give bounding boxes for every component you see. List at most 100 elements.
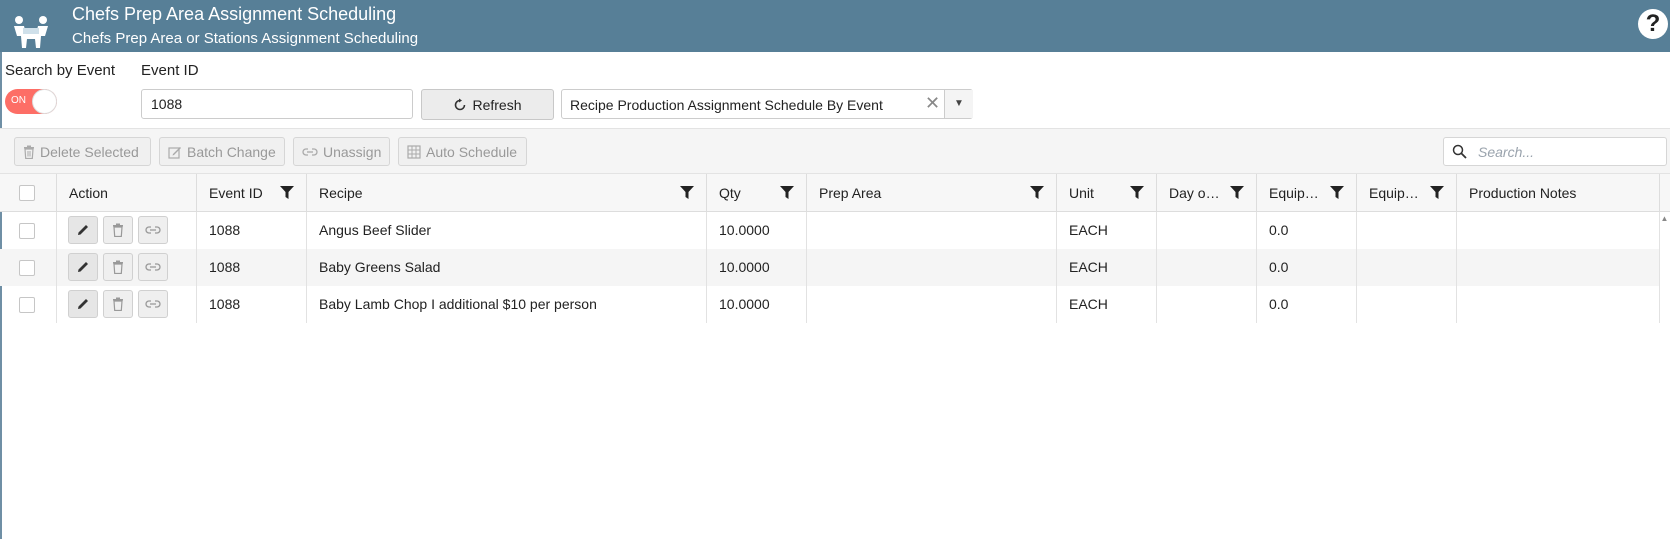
cell-prep-area[interactable]: [807, 212, 1057, 249]
header-day-label: Day o…: [1169, 185, 1220, 201]
recipe-value: Baby Greens Salad: [319, 259, 441, 275]
header-recipe[interactable]: Recipe: [307, 174, 707, 212]
clear-icon[interactable]: ✕: [925, 93, 940, 114]
delete-button[interactable]: [103, 216, 133, 244]
header-qty-label: Qty: [719, 185, 741, 201]
auto-schedule-button[interactable]: Auto Schedule: [398, 137, 527, 166]
edit-button[interactable]: [68, 216, 98, 244]
filter-icon[interactable]: [1030, 186, 1044, 199]
row-checkbox[interactable]: [19, 297, 35, 313]
table-row[interactable]: 1088 Angus Beef Slider 10.0000 EACH 0.0: [0, 212, 1660, 249]
filter-icon[interactable]: [1330, 186, 1344, 199]
pencil-icon: [78, 262, 88, 272]
search-by-event-label: Search by Event: [5, 62, 116, 79]
grid-header-row: Action Event ID Recipe Qty Prep Area Uni…: [0, 174, 1670, 212]
cell-qty: 10.0000: [707, 286, 807, 323]
header-event-id-label: Event ID: [209, 185, 263, 201]
row-checkbox[interactable]: [19, 260, 35, 276]
cell-prep-area[interactable]: [807, 286, 1057, 323]
header-select-all: [0, 174, 57, 212]
unassign-row-button[interactable]: [138, 290, 168, 318]
header-production-notes[interactable]: Production Notes: [1457, 174, 1660, 212]
trash-icon: [113, 223, 123, 237]
report-type-value: Recipe Production Assignment Schedule By…: [570, 97, 883, 113]
filter-icon[interactable]: [680, 186, 694, 199]
header-event-id[interactable]: Event ID: [197, 174, 307, 212]
unit-value: EACH: [1069, 296, 1108, 312]
scroll-up-arrow[interactable]: ▲: [1659, 214, 1670, 225]
event-id-value: 1088: [209, 222, 241, 238]
delete-selected-button[interactable]: Delete Selected: [14, 137, 151, 166]
unlink-icon: [302, 147, 318, 156]
delete-selected-label: Delete Selected: [40, 143, 139, 160]
unassign-row-button[interactable]: [138, 253, 168, 281]
equip-1-value: 0.0: [1269, 296, 1289, 312]
table-row[interactable]: 1088 Baby Greens Salad 10.0000 EACH 0.0: [0, 249, 1660, 286]
cell-equip-1: 0.0: [1257, 212, 1357, 249]
event-id-input[interactable]: 1088: [141, 89, 413, 119]
qty-value: 10.0000: [719, 259, 770, 275]
cell-qty: 10.0000: [707, 249, 807, 286]
cell-equip-1: 0.0: [1257, 286, 1357, 323]
page-title: Chefs Prep Area Assignment Scheduling: [72, 4, 397, 24]
cell-event-id: 1088: [197, 286, 307, 323]
header-action: Action: [57, 174, 197, 212]
chevron-down-icon[interactable]: ▼: [944, 90, 973, 118]
search-input[interactable]: [1476, 141, 1661, 163]
header-prep-area[interactable]: Prep Area: [807, 174, 1057, 212]
header-action-label: Action: [69, 185, 108, 201]
event-id-value: 1088: [209, 296, 241, 312]
unit-value: EACH: [1069, 259, 1108, 275]
question-circle-icon[interactable]: ?: [1638, 9, 1668, 39]
filter-icon[interactable]: [1130, 186, 1144, 199]
assignment-grid: Action Event ID Recipe Qty Prep Area Uni…: [0, 174, 1670, 539]
unassign-label: Unassign: [323, 143, 382, 160]
header-day[interactable]: Day o…: [1157, 174, 1257, 212]
cell-day: [1157, 286, 1257, 323]
unlink-icon: [145, 263, 161, 271]
equip-1-value: 0.0: [1269, 222, 1289, 238]
qty-value: 10.0000: [719, 296, 770, 312]
filter-icon[interactable]: [1230, 186, 1244, 199]
header-unit[interactable]: Unit: [1057, 174, 1157, 212]
row-actions: [57, 249, 197, 286]
header-recipe-label: Recipe: [319, 185, 363, 201]
cell-event-id: 1088: [197, 249, 307, 286]
row-select-cell: [0, 286, 57, 323]
header-equip-1[interactable]: Equip…: [1257, 174, 1357, 212]
delete-button[interactable]: [103, 253, 133, 281]
select-all-checkbox[interactable]: [19, 185, 35, 201]
event-id-label: Event ID: [141, 62, 199, 79]
search-by-event-toggle[interactable]: ON: [5, 89, 57, 114]
edit-button[interactable]: [68, 253, 98, 281]
grid-search[interactable]: [1443, 137, 1667, 166]
filter-icon[interactable]: [780, 186, 794, 199]
search-icon: [1452, 144, 1467, 159]
cell-equip-2: [1357, 249, 1457, 286]
batch-change-label: Batch Change: [187, 143, 276, 160]
unit-value: EACH: [1069, 222, 1108, 238]
cell-day: [1157, 212, 1257, 249]
report-type-select[interactable]: Recipe Production Assignment Schedule By…: [561, 89, 973, 119]
cell-prep-area[interactable]: [807, 249, 1057, 286]
row-select-cell: [0, 212, 57, 249]
header-equip-2[interactable]: Equip…: [1357, 174, 1457, 212]
edit-button[interactable]: [68, 290, 98, 318]
table-row[interactable]: 1088 Baby Lamb Chop I additional $10 per…: [0, 286, 1660, 323]
auto-schedule-label: Auto Schedule: [426, 143, 518, 160]
unassign-row-button[interactable]: [138, 216, 168, 244]
delete-button[interactable]: [103, 290, 133, 318]
refresh-button[interactable]: Refresh: [421, 89, 554, 120]
recipe-value: Baby Lamb Chop I additional $10 per pers…: [319, 296, 597, 312]
filter-icon[interactable]: [1430, 186, 1444, 199]
header-qty[interactable]: Qty: [707, 174, 807, 212]
cell-production-notes: [1457, 249, 1660, 286]
unlink-icon: [145, 300, 161, 308]
toggle-knob[interactable]: [32, 89, 57, 114]
cell-production-notes: [1457, 286, 1660, 323]
batch-change-button[interactable]: Batch Change: [159, 137, 285, 166]
unassign-button[interactable]: Unassign: [293, 137, 390, 166]
filter-icon[interactable]: [280, 186, 294, 199]
row-checkbox[interactable]: [19, 223, 35, 239]
header-equip-1-label: Equip…: [1269, 185, 1319, 201]
